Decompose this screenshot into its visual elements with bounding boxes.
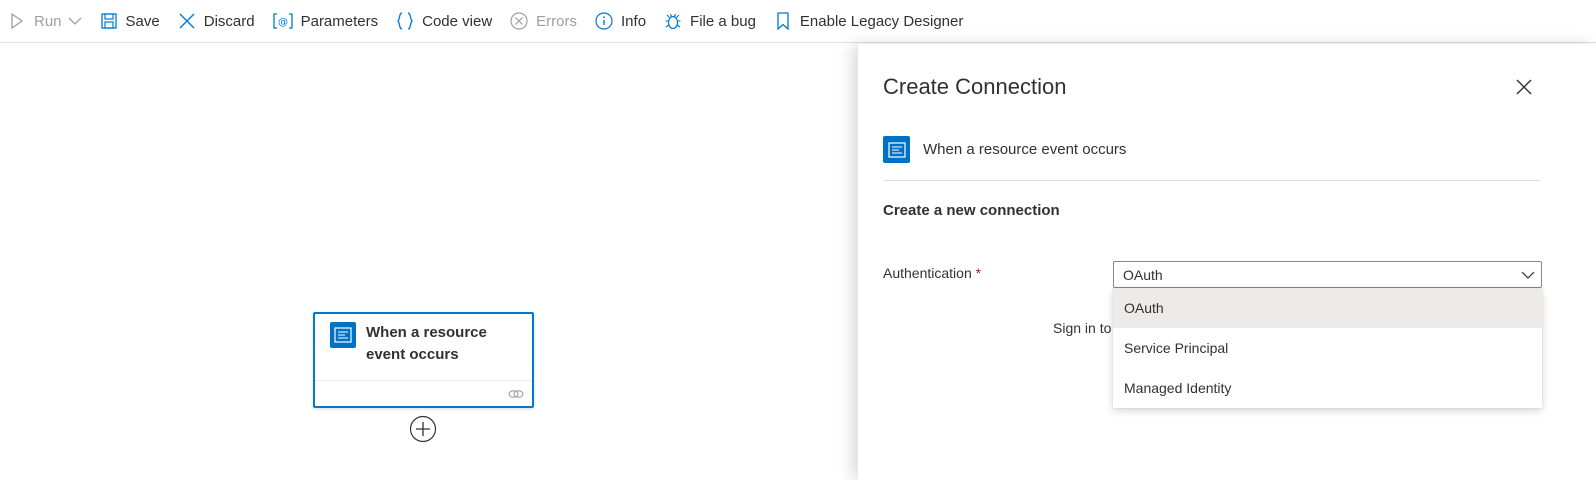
dropdown-option-service-principal[interactable]: Service Principal	[1113, 328, 1542, 368]
trigger-title-line2: event occurs	[366, 346, 459, 363]
designer-canvas[interactable]: When a resource event occurs	[0, 44, 858, 480]
file-bug-label: File a bug	[690, 12, 756, 30]
operation-header: When a resource event occurs	[883, 136, 1126, 163]
trigger-card[interactable]: When a resource event occurs	[313, 312, 534, 408]
sign-in-text: Sign in to	[1053, 320, 1112, 336]
event-grid-icon	[883, 136, 910, 163]
bookmark-icon	[774, 12, 792, 30]
errors-label: Errors	[536, 12, 578, 30]
errors-button[interactable]: Errors	[510, 0, 577, 43]
info-icon	[595, 12, 613, 30]
discard-button[interactable]: Discard	[178, 0, 255, 43]
save-button[interactable]: Save	[100, 0, 160, 43]
run-button[interactable]: Run	[8, 0, 82, 43]
add-step-button[interactable]	[409, 415, 437, 443]
parameters-icon: @	[272, 12, 293, 30]
authentication-dropdown-list: OAuth Service Principal Managed Identity	[1113, 288, 1542, 408]
file-bug-button[interactable]: File a bug	[664, 0, 756, 43]
save-label: Save	[125, 12, 160, 30]
designer-root: Run Save Discard @ Parameters Code view …	[0, 0, 1596, 480]
play-icon	[8, 12, 26, 30]
code-view-button[interactable]: Code view	[396, 0, 492, 43]
bug-icon	[664, 12, 682, 30]
dropdown-option-managed-identity[interactable]: Managed Identity	[1113, 368, 1542, 408]
discard-label: Discard	[203, 12, 255, 30]
parameters-button[interactable]: @ Parameters	[272, 0, 379, 43]
info-button[interactable]: Info	[595, 0, 646, 43]
panel-title: Create Connection	[883, 74, 1067, 99]
info-label: Info	[621, 12, 647, 30]
code-view-label: Code view	[422, 12, 493, 30]
authentication-label-text: Authentication	[883, 265, 972, 281]
chevron-down-icon[interactable]	[68, 14, 82, 28]
section-title: Create a new connection	[883, 202, 1060, 219]
divider	[883, 180, 1541, 181]
trigger-header: When a resource event occurs	[315, 314, 532, 378]
code-braces-icon	[396, 12, 414, 30]
authentication-label: Authentication *	[883, 265, 981, 281]
legacy-label: Enable Legacy Designer	[799, 12, 964, 30]
parameters-label: Parameters	[300, 12, 379, 30]
create-connection-panel: Create Connection When a resource event …	[858, 44, 1596, 480]
event-grid-icon	[330, 322, 356, 348]
chevron-down-icon	[1521, 268, 1535, 282]
required-indicator: *	[975, 265, 982, 281]
enable-legacy-designer-button[interactable]: Enable Legacy Designer	[774, 0, 963, 43]
authentication-select[interactable]: OAuth	[1113, 261, 1542, 288]
svg-text:@: @	[278, 17, 288, 28]
command-bar: Run Save Discard @ Parameters Code view …	[0, 0, 1596, 43]
close-icon	[178, 12, 196, 30]
trigger-title: When a resource event occurs	[366, 322, 487, 378]
link-icon	[508, 387, 524, 401]
trigger-footer	[315, 380, 532, 408]
run-label: Run	[34, 12, 62, 30]
close-icon	[1516, 79, 1532, 95]
close-panel-button[interactable]	[1515, 78, 1533, 96]
trigger-title-line1: When a resource	[366, 324, 487, 341]
dropdown-option-oauth[interactable]: OAuth	[1113, 288, 1542, 328]
save-icon	[100, 12, 118, 30]
operation-title: When a resource event occurs	[923, 141, 1127, 158]
authentication-selected-value: OAuth	[1123, 266, 1163, 283]
error-circle-icon	[510, 12, 528, 30]
